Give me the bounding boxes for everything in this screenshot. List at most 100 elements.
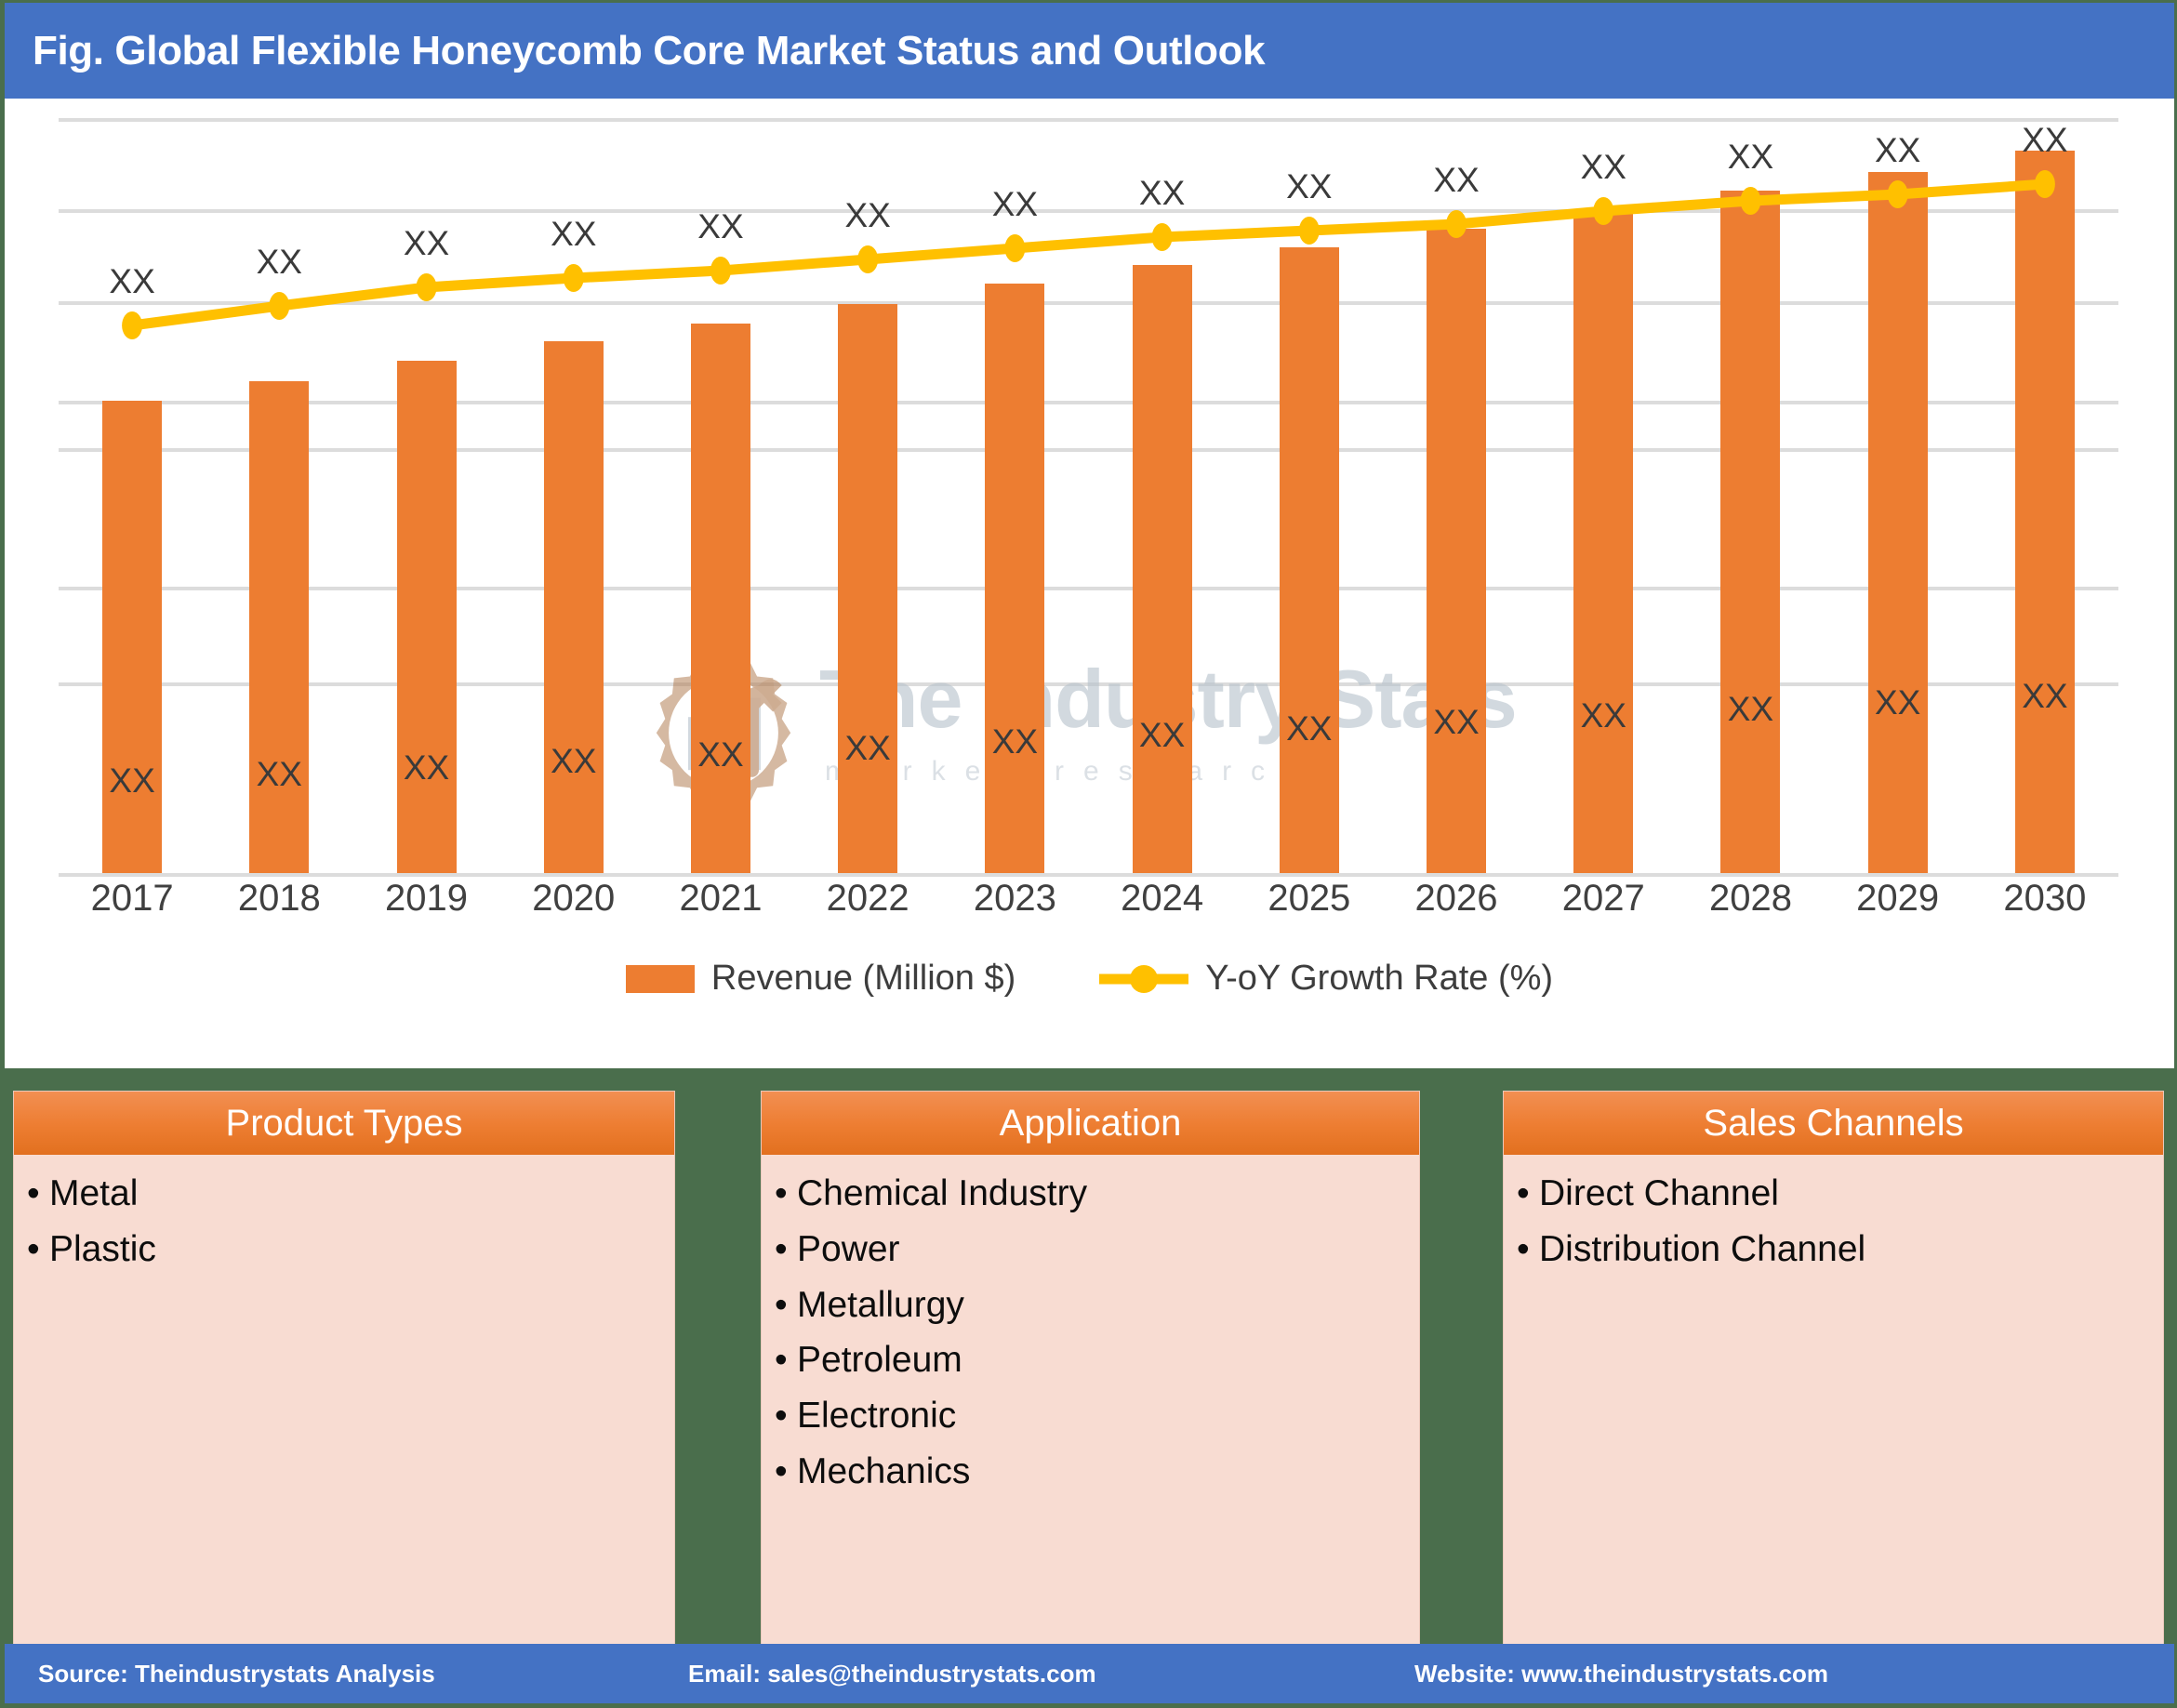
panel-body: • Direct Channel • Distribution Channel	[1504, 1155, 2163, 1268]
panel-body: • Metal • Plastic	[14, 1155, 674, 1268]
growth-line-icon	[1099, 964, 1188, 993]
growth-value-label: XX	[403, 224, 450, 262]
x-tick-2023: 2023	[973, 878, 1056, 919]
x-axis-line	[59, 873, 2118, 877]
list-item: • Plastic	[27, 1228, 663, 1269]
list-item-label: Metal	[49, 1173, 139, 1213]
growth-value-label: XX	[1874, 131, 1921, 169]
list-item-label: Direct Channel	[1539, 1173, 1779, 1213]
bar-value-label: XX	[1580, 696, 1626, 735]
bar-value-label: XX	[109, 761, 155, 800]
growth-value-label: XX	[991, 185, 1039, 223]
panel-header: Product Types	[14, 1092, 674, 1155]
list-item-label: Metallurgy	[797, 1284, 964, 1325]
x-tick-2030: 2030	[2003, 878, 2087, 919]
list-item-label: Chemical Industry	[797, 1173, 1088, 1213]
growth-value-label: XX	[697, 207, 744, 245]
bullet-icon: •	[775, 1340, 788, 1381]
panel-product-types: Product Types • Metal • Plastic	[13, 1091, 675, 1651]
footer-email[interactable]: Email: sales@theindustrystats.com	[688, 1660, 1096, 1688]
chart-card: The Industry Stats market research XXXXX…	[5, 99, 2174, 1068]
data-labels-layer: XX XX XX XX XX XX XX XX XX XX XX XX XX XX XX XX XX XX XX XX…	[59, 105, 2118, 867]
list-item: • Direct Channel	[1517, 1175, 2152, 1212]
bullet-icon: •	[775, 1173, 788, 1213]
list-item: • Metal	[27, 1175, 663, 1212]
x-tick-2021: 2021	[679, 878, 763, 919]
bar-value-label: XX	[551, 742, 597, 780]
list-item: • Mechanics	[775, 1453, 1408, 1490]
x-tick-2024: 2024	[1121, 878, 1204, 919]
list-item-label: Plastic	[49, 1228, 156, 1269]
growth-value-label: XX	[551, 215, 597, 253]
bar-value-label: XX	[1433, 703, 1480, 741]
list-item: • Metallurgy	[775, 1284, 1408, 1325]
legend-item-growth: Y-oY Growth Rate (%)	[1099, 959, 1553, 999]
list-item: • Power	[775, 1228, 1408, 1269]
x-tick-2019: 2019	[385, 878, 469, 919]
bar-value-label: XX	[256, 755, 302, 793]
list-item-label: Petroleum	[797, 1340, 962, 1381]
growth-value-label: XX	[1580, 148, 1626, 186]
list-item-label: Distribution Channel	[1539, 1228, 1866, 1269]
bullet-icon: •	[775, 1228, 788, 1269]
panel-title: Product Types	[225, 1102, 463, 1144]
x-tick-2027: 2027	[1561, 878, 1645, 919]
segment-panels: Product Types • Metal • Plastic Application…	[0, 1072, 2177, 1651]
x-tick-2022: 2022	[826, 878, 909, 919]
panel-application: Application • Chemical Industry • Power • Met…	[761, 1091, 1420, 1651]
x-tick-2025: 2025	[1268, 878, 1351, 919]
growth-value-label: XX	[256, 243, 302, 281]
panel-title: Application	[999, 1102, 1182, 1144]
list-item-label: Mechanics	[797, 1450, 971, 1491]
bar-value-label: XX	[403, 748, 450, 787]
bullet-icon: •	[775, 1284, 788, 1325]
list-item-label: Electronic	[797, 1396, 957, 1437]
legend-label-growth: Y-oY Growth Rate (%)	[1205, 959, 1554, 998]
x-tick-2026: 2026	[1414, 878, 1498, 919]
footer-source: Source: Theindustrystats Analysis	[38, 1659, 435, 1688]
growth-value-label: XX	[844, 196, 891, 234]
x-tick-2029: 2029	[1856, 878, 1940, 919]
bullet-icon: •	[27, 1173, 40, 1213]
x-tick-2018: 2018	[237, 878, 321, 919]
growth-value-label: XX	[1433, 161, 1480, 199]
x-tick-2017: 2017	[90, 878, 174, 919]
page-title: Fig. Global Flexible Honeycomb Core Mark…	[33, 27, 1266, 73]
x-tick-2020: 2020	[532, 878, 616, 919]
bullet-icon: •	[775, 1396, 788, 1437]
bullet-icon: •	[27, 1228, 40, 1269]
x-axis-labels: 2017 2018 2019 2020 2021 2022 2023 2024 2025 2026…	[59, 878, 2118, 933]
panel-title: Sales Channels	[1703, 1102, 1964, 1144]
growth-value-label: XX	[1286, 167, 1333, 205]
bullet-icon: •	[1517, 1173, 1530, 1213]
panel-header: Sales Channels	[1504, 1092, 2163, 1155]
growth-value-label: XX	[109, 262, 155, 300]
legend-label-revenue: Revenue (Million $)	[710, 959, 1016, 998]
growth-value-label: XX	[2022, 121, 2068, 159]
panel-header: Application	[762, 1092, 1419, 1155]
bar-value-label: XX	[991, 722, 1039, 761]
bar-value-label: XX	[697, 735, 744, 774]
list-item-label: Power	[797, 1228, 900, 1269]
list-item: • Petroleum	[775, 1342, 1408, 1379]
panel-sales-channels: Sales Channels • Direct Channel • Distribut…	[1503, 1091, 2164, 1651]
growth-value-label: XX	[1138, 174, 1186, 212]
bar-value-label: XX	[1286, 709, 1333, 748]
footer-bar: Source: Theindustrystats Analysis Email:…	[5, 1644, 2174, 1703]
chart-plot-area: The Industry Stats market research XXXXX…	[59, 105, 2118, 877]
growth-value-label: XX	[1727, 138, 1774, 176]
footer-website[interactable]: Website: www.theindustrystats.com	[1414, 1660, 1828, 1688]
legend-item-revenue: Revenue (Million $)	[625, 959, 1016, 999]
bar-value-label: XX	[844, 729, 891, 767]
x-tick-2028: 2028	[1708, 878, 1792, 919]
bar-value-label: XX	[1138, 716, 1186, 754]
chart-legend: Revenue (Million $) Y-oY Growth Rate (%)	[5, 959, 2174, 999]
bar-value-label: XX	[1874, 683, 1921, 722]
header-bar: Fig. Global Flexible Honeycomb Core Mark…	[5, 3, 2174, 99]
bar-value-label: XX	[2022, 677, 2068, 715]
bullet-icon: •	[1517, 1228, 1530, 1269]
bullet-icon: •	[775, 1450, 788, 1491]
list-item: • Electronic	[775, 1397, 1408, 1435]
revenue-swatch-icon	[625, 964, 695, 993]
list-item: • Distribution Channel	[1517, 1228, 2152, 1269]
